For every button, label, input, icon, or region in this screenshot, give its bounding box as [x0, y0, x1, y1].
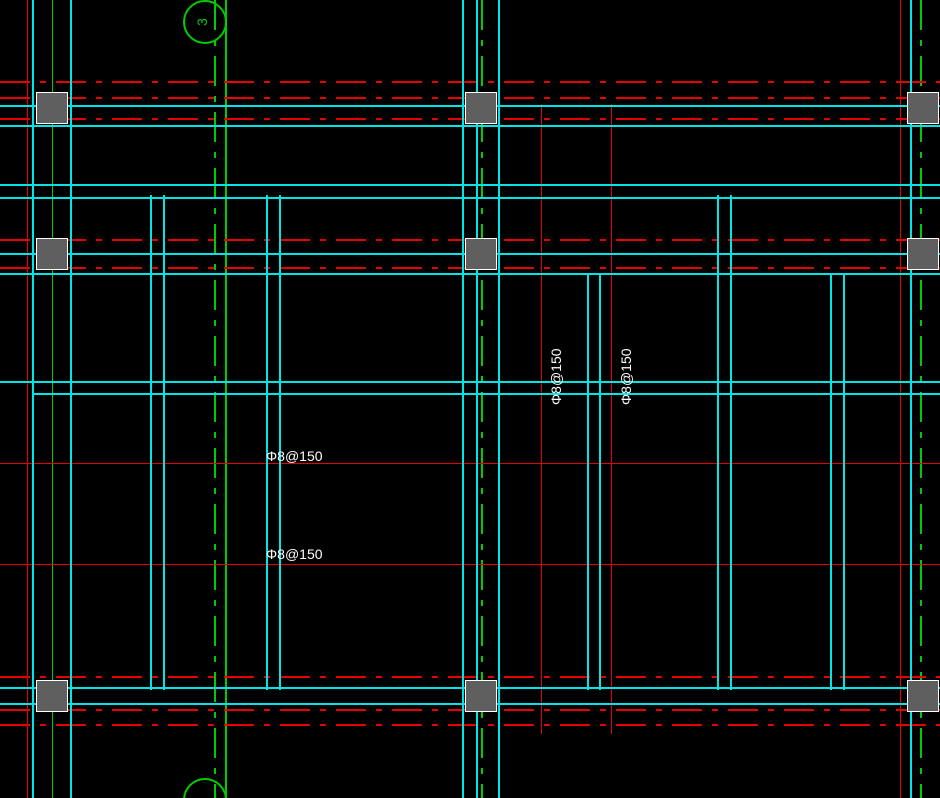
rebar-annotation: Φ8@150 — [266, 448, 323, 464]
beam-edge — [32, 0, 34, 798]
beam-edge — [498, 0, 500, 798]
column — [37, 93, 67, 123]
rebar-line — [0, 463, 940, 464]
column — [908, 239, 938, 269]
rebar-line — [0, 564, 940, 565]
rebar-line — [27, 0, 28, 798]
beam-edge — [717, 195, 719, 690]
beam-edge — [462, 0, 464, 798]
beam-edge — [599, 273, 601, 690]
beam-edge — [163, 195, 165, 690]
column — [466, 681, 496, 711]
beam-edge — [0, 381, 940, 383]
beam-edge — [0, 125, 940, 127]
beam-edge — [587, 273, 589, 690]
cad-viewport[interactable]: 3 — [0, 0, 940, 798]
axis-line — [0, 724, 940, 726]
column — [466, 93, 496, 123]
beam-edge — [32, 393, 940, 395]
grid-bubble-bottom — [183, 778, 227, 798]
beam-edge — [830, 273, 832, 690]
axis-line — [0, 81, 940, 83]
beam-edge — [70, 0, 72, 798]
beam-edge — [843, 273, 845, 690]
rebar-annotation: Φ8@150 — [266, 546, 323, 562]
axis-line — [0, 676, 940, 678]
beam-edge — [0, 273, 940, 275]
column — [908, 681, 938, 711]
beam-edge — [0, 184, 940, 186]
rebar-annotation-vertical: Φ8@150 — [548, 348, 564, 405]
beam-edge — [730, 195, 732, 690]
grid-bubble-label: 3 — [194, 18, 210, 26]
beam-edge — [150, 195, 152, 690]
beam-edge — [0, 197, 940, 199]
column — [37, 239, 67, 269]
beam-edge — [266, 195, 268, 690]
rebar-annotation-vertical: Φ8@150 — [618, 348, 634, 405]
column — [466, 239, 496, 269]
beam-edge — [279, 195, 281, 690]
column — [37, 681, 67, 711]
rebar-line — [900, 0, 901, 798]
column — [908, 93, 938, 123]
